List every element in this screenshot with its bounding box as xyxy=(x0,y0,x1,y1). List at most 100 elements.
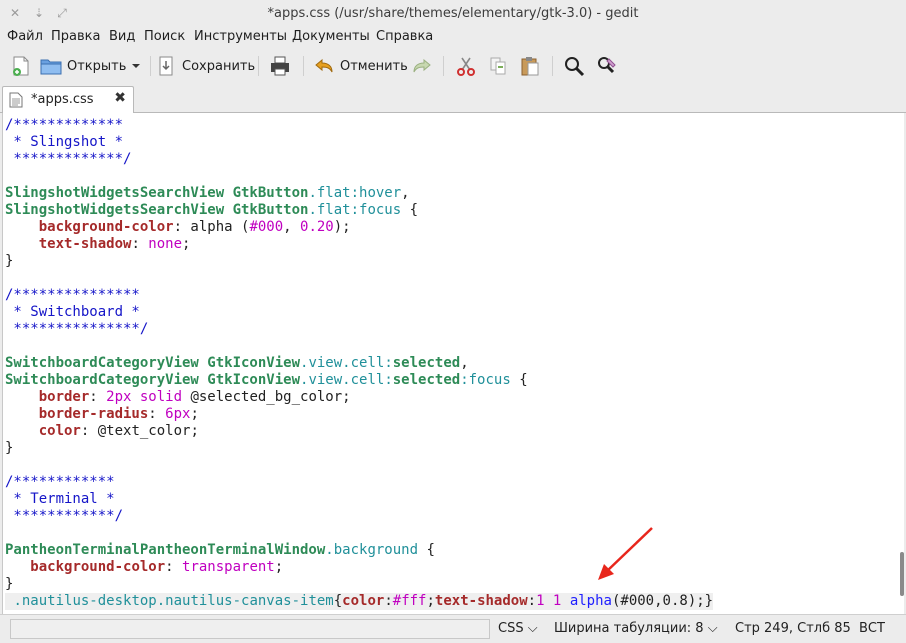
cursor-position: Стр 249, Стлб 85 xyxy=(735,621,851,636)
code-line[interactable]: * Switchboard * xyxy=(5,304,713,321)
annotation-arrow-icon xyxy=(598,527,653,580)
tab-close-button[interactable]: ✖ xyxy=(114,90,126,106)
code-line[interactable]: } xyxy=(5,253,713,270)
search-button[interactable] xyxy=(563,52,585,80)
code-line[interactable] xyxy=(5,168,713,185)
code-token: selected xyxy=(392,372,461,388)
code-line[interactable]: * Slingshot * xyxy=(5,134,713,151)
code-line[interactable] xyxy=(5,457,713,474)
toolbar-separator xyxy=(258,56,259,76)
menu-view[interactable]: Вид xyxy=(109,29,135,44)
code-line[interactable]: color: @text_color; xyxy=(5,423,713,440)
code-token: , xyxy=(460,355,469,371)
code-token: color xyxy=(342,593,385,609)
status-message-area xyxy=(10,619,490,639)
code-line[interactable]: } xyxy=(5,440,713,457)
undo-button[interactable]: Отменить xyxy=(313,52,408,80)
code-line[interactable]: * Terminal * xyxy=(5,491,713,508)
save-button[interactable]: Сохранить xyxy=(155,52,255,80)
toolbar-separator xyxy=(443,56,444,76)
code-token: .background xyxy=(325,542,419,558)
code-line[interactable]: text-shadow: none; xyxy=(5,236,713,253)
code-token: (#000,0.8);} xyxy=(611,593,714,609)
code-token: 6px xyxy=(165,406,191,422)
code-token: : alpha ( xyxy=(173,219,250,235)
code-line[interactable]: /*************** xyxy=(5,287,713,304)
code-token: SlingshotWidgetsSearchView GtkButton xyxy=(5,185,309,201)
code-token: ); xyxy=(333,219,351,235)
code-token: : xyxy=(384,593,393,609)
code-token: text-shadow xyxy=(434,593,528,609)
code-line[interactable]: /************ xyxy=(5,474,713,491)
code-token: } xyxy=(5,253,14,269)
code-line[interactable]: background-color: alpha (#000, 0.20); xyxy=(5,219,713,236)
vertical-scrollbar[interactable] xyxy=(899,113,904,614)
open-folder-icon xyxy=(40,55,62,77)
menu-search[interactable]: Поиск xyxy=(144,29,185,44)
menu-help[interactable]: Справка xyxy=(376,29,433,44)
find-replace-button[interactable] xyxy=(596,52,618,80)
code-token: ***************/ xyxy=(5,321,149,337)
code-token: background-color xyxy=(38,219,174,235)
new-document-button[interactable] xyxy=(10,52,32,80)
undo-label: Отменить xyxy=(340,58,408,74)
code-token: : xyxy=(384,372,393,388)
current-code-line[interactable]: .nautilus-desktop.nautilus-canvas-item{c… xyxy=(5,593,714,610)
code-token: alpha xyxy=(569,593,612,609)
chevron-down-icon: ⌵ xyxy=(527,621,538,636)
scrollbar-thumb[interactable] xyxy=(900,552,904,596)
code-token: @selected_bg_color; xyxy=(182,389,351,405)
save-icon xyxy=(155,55,177,77)
copy-button[interactable] xyxy=(487,52,509,80)
cut-icon xyxy=(455,55,477,77)
code-token: .nautilus-desktop.nautilus-canvas-item xyxy=(13,593,334,609)
code-editor[interactable]: /************* * Slingshot * ***********… xyxy=(2,113,900,614)
code-token: * Switchboard * xyxy=(5,304,140,320)
code-line[interactable] xyxy=(5,338,713,355)
code-token: /************ xyxy=(5,474,115,490)
redo-icon xyxy=(411,55,433,77)
code-line[interactable] xyxy=(5,270,713,287)
cut-button[interactable] xyxy=(455,52,477,80)
code-token: .flat xyxy=(308,185,351,201)
menu-documents[interactable]: Документы xyxy=(292,29,370,44)
code-token: #000 xyxy=(249,219,284,235)
toolbar-separator xyxy=(552,56,553,76)
code-line[interactable]: SwitchboardCategoryView GtkIconView.view… xyxy=(5,355,713,372)
code-token: : @text_color; xyxy=(80,423,199,439)
code-line[interactable]: border-radius: 6px; xyxy=(5,406,713,423)
code-token: ; xyxy=(426,593,435,609)
code-line[interactable]: SwitchboardCategoryView GtkIconView.view… xyxy=(5,372,713,389)
code-token: ; xyxy=(274,559,284,575)
menu-tools[interactable]: Инструменты xyxy=(194,29,287,44)
paste-button[interactable] xyxy=(519,52,541,80)
open-button[interactable]: Открыть xyxy=(40,52,126,80)
menu-file[interactable]: Файл xyxy=(7,29,43,44)
code-line[interactable]: border: 2px solid @selected_bg_color; xyxy=(5,389,713,406)
code-line[interactable]: /************* xyxy=(5,117,713,134)
tab-width-selector[interactable]: Ширина табуляции: 8 ⌵ xyxy=(554,621,718,636)
code-line[interactable]: ***************/ xyxy=(5,321,713,338)
tab-label: *apps.css xyxy=(31,92,94,107)
code-line[interactable]: SlingshotWidgetsSearchView GtkButton.fla… xyxy=(5,185,713,202)
language-selector[interactable]: CSS ⌵ xyxy=(498,621,538,636)
code-token: } xyxy=(5,440,14,456)
open-dropdown-button[interactable] xyxy=(130,52,142,80)
code-line[interactable]: SlingshotWidgetsSearchView GtkButton.fla… xyxy=(5,202,713,219)
print-button[interactable] xyxy=(269,52,291,80)
code-token: .view.cell xyxy=(300,355,385,371)
code-token: /************* xyxy=(5,117,124,133)
menu-edit[interactable]: Правка xyxy=(51,29,100,44)
tab-bar: *apps.css ✖ xyxy=(0,84,906,113)
code-token: ; xyxy=(190,406,199,422)
dropdown-arrow-icon xyxy=(130,55,142,77)
tab-apps-css[interactable]: *apps.css ✖ xyxy=(2,86,134,113)
code-token: .view.cell xyxy=(300,372,385,388)
code-token: : xyxy=(384,355,393,371)
redo-button[interactable] xyxy=(411,52,433,80)
print-icon xyxy=(269,55,291,77)
code-line[interactable]: *************/ xyxy=(5,151,713,168)
language-label: CSS xyxy=(498,621,524,636)
